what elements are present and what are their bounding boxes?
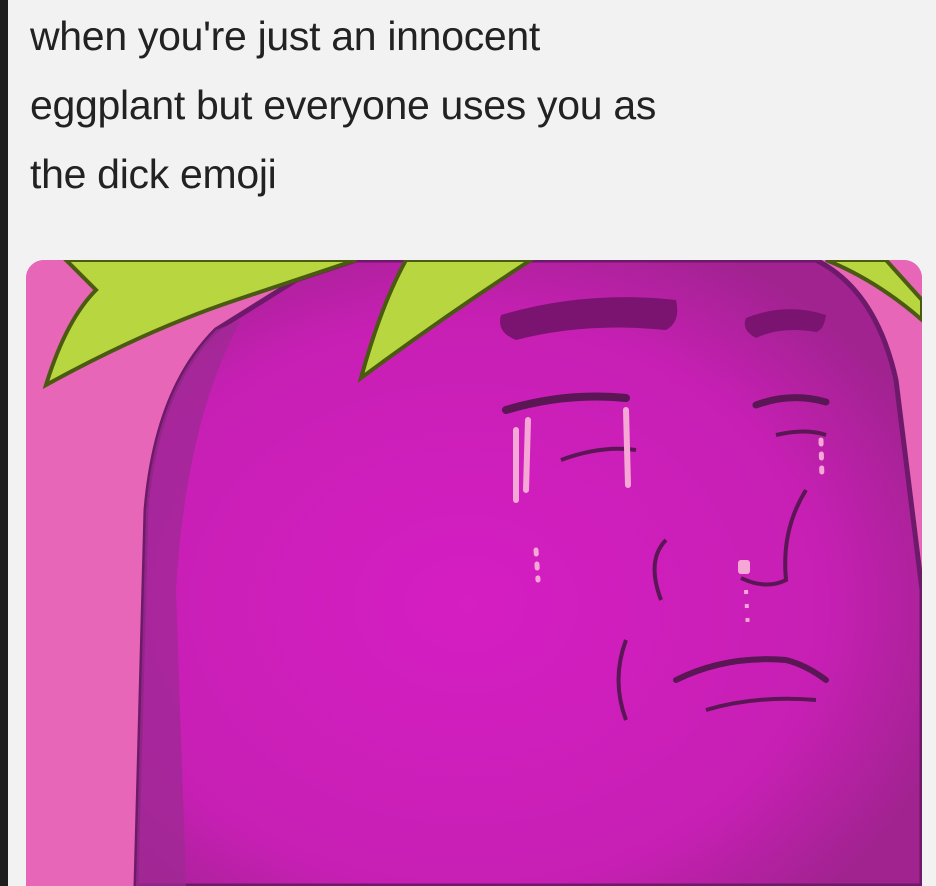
caption-line-2: eggplant but everyone uses you as	[30, 82, 657, 128]
nose-tear	[738, 560, 750, 574]
meme-caption: when you're just an innocent eggplant bu…	[30, 2, 910, 209]
eggplant-body	[133, 260, 922, 886]
crying-eggplant-illustration	[26, 260, 922, 886]
caption-line-1: when you're just an innocent	[30, 13, 540, 59]
caption-line-3: the dick emoji	[30, 151, 277, 197]
left-border	[0, 0, 8, 886]
crying-eggplant-icon	[26, 260, 922, 886]
